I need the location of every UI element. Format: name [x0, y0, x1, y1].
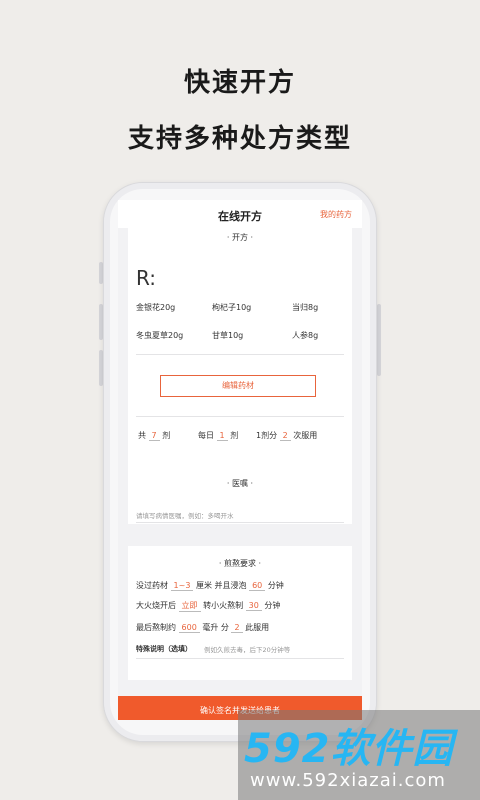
- soak-minutes-input[interactable]: 60: [249, 581, 266, 591]
- divider: [136, 416, 344, 417]
- watermark-logo: 592软件园: [244, 726, 454, 772]
- herb-item: 当归8g: [292, 303, 319, 312]
- my-prescriptions-link[interactable]: 我的药方: [320, 209, 352, 220]
- herb-item: 金银花20g: [136, 303, 176, 312]
- decoction-line-boil: 大火烧开后 立即 转小火熬制 30 分钟: [136, 600, 281, 612]
- daily-doses: 每日 1 剂: [198, 431, 239, 441]
- headline-quick-prescribe: 快速开方: [183, 68, 296, 98]
- watermark-overlay: 592软件园 www.592xiazai.com: [238, 710, 480, 800]
- herb-item: 人参8g: [292, 331, 319, 340]
- split-times-input[interactable]: 2: [279, 431, 291, 441]
- app-screen: 在线开方 我的药方 · 开方 · R: 金银花20g 枸杞子10g 当归8g 冬…: [118, 200, 362, 720]
- rx-symbol: R:: [136, 266, 157, 290]
- phone-power-button: [377, 304, 381, 376]
- decoction-section-title: · 煎熬要求 ·: [218, 559, 262, 568]
- prescription-section-title: · 开方 ·: [226, 233, 254, 242]
- headline-multiple-types: 支持多种处方类型: [127, 124, 352, 154]
- prescription-card: · 开方 · R: 金银花20g 枸杞子10g 当归8g 冬虫夏草20g 甘草1…: [128, 228, 352, 484]
- advice-card: · 医嘱 · 请填写病情医嘱，例如：多喝开水: [128, 466, 352, 524]
- advice-underline: [136, 522, 344, 523]
- simmer-minutes-input[interactable]: 30: [245, 601, 262, 611]
- edit-herbs-button[interactable]: 编辑药材: [160, 375, 316, 397]
- watermark-url: www.592xiazai.com: [250, 770, 446, 791]
- servings-input[interactable]: 2: [231, 623, 243, 633]
- decoction-card: · 煎熬要求 · 没过药材 1~3 厘米 并且浸泡 60 分钟 大火烧开后 立即…: [128, 546, 352, 680]
- app-header: 在线开方 我的药方: [118, 200, 362, 228]
- advice-section-title: · 医嘱 ·: [226, 479, 254, 488]
- herb-item: 甘草10g: [212, 331, 244, 340]
- split-times: 1剂分 2 次服用: [256, 431, 318, 441]
- decoction-line-volume: 最后熬制约 600 毫升 分 2 此服用: [136, 623, 270, 633]
- herb-item: 枸杞子10g: [212, 303, 252, 312]
- herb-item: 冬虫夏草20g: [136, 331, 184, 340]
- decoction-line-soak: 没过药材 1~3 厘米 并且浸泡 60 分钟: [136, 581, 284, 591]
- special-note-label: 特殊说明（选填）: [136, 645, 192, 653]
- daily-doses-input[interactable]: 1: [216, 431, 228, 441]
- final-volume-input[interactable]: 600: [178, 623, 200, 633]
- total-doses-input[interactable]: 7: [148, 431, 160, 441]
- divider: [136, 354, 344, 355]
- boil-timing-input[interactable]: 立即: [178, 600, 201, 612]
- total-doses: 共 7 剂: [138, 431, 171, 441]
- water-level-input[interactable]: 1~3: [170, 581, 194, 591]
- special-note-input[interactable]: 例如久煎去毒，后下20分钟等: [204, 644, 290, 654]
- advice-input[interactable]: 请填写病情医嘱，例如：多喝开水: [136, 510, 234, 520]
- special-note-underline: [136, 658, 344, 659]
